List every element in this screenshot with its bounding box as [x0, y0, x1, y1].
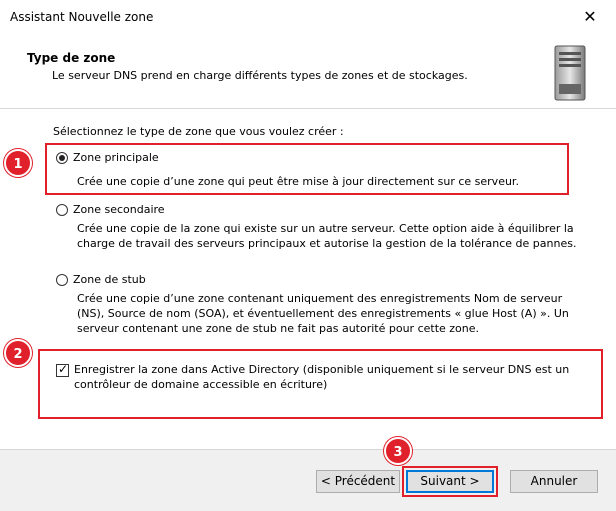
previous-button[interactable]: < Précédent	[316, 470, 400, 493]
highlight-box-2	[38, 349, 603, 419]
cancel-button[interactable]: Annuler	[510, 470, 598, 493]
wizard-header: Type de zone Le serveur DNS prend en cha…	[0, 34, 616, 108]
radio-button[interactable]	[56, 204, 68, 216]
server-icon	[554, 45, 586, 101]
wizard-body: Sélectionnez le type de zone que vous vo…	[0, 109, 616, 449]
zone-secondaire-label[interactable]: Zone secondaire	[73, 203, 165, 216]
zone-de-stub-description: Crée une copie d’une zone contenant uniq…	[77, 292, 569, 335]
title-bar: Assistant Nouvelle zone ✕	[0, 0, 616, 34]
window-title: Assistant Nouvelle zone	[10, 10, 154, 24]
page-title: Type de zone	[27, 51, 116, 65]
zone-secondaire-description: Crée une copie de la zone qui existe sur…	[77, 222, 577, 250]
step-badge-1: 1	[4, 149, 32, 177]
radio-button[interactable]	[56, 274, 68, 286]
close-icon[interactable]: ✕	[572, 4, 608, 30]
highlight-box-1	[45, 143, 569, 195]
zone-type-prompt: Sélectionnez le type de zone que vous vo…	[53, 125, 344, 138]
step-badge-3: 3	[384, 437, 412, 465]
page-subtitle: Le serveur DNS prend en charge différent…	[52, 69, 468, 82]
highlight-box-3	[402, 466, 498, 497]
step-badge-2: 2	[4, 339, 32, 367]
wizard-footer: < Précédent Suivant > Annuler	[0, 450, 616, 511]
zone-de-stub-label[interactable]: Zone de stub	[73, 273, 146, 286]
